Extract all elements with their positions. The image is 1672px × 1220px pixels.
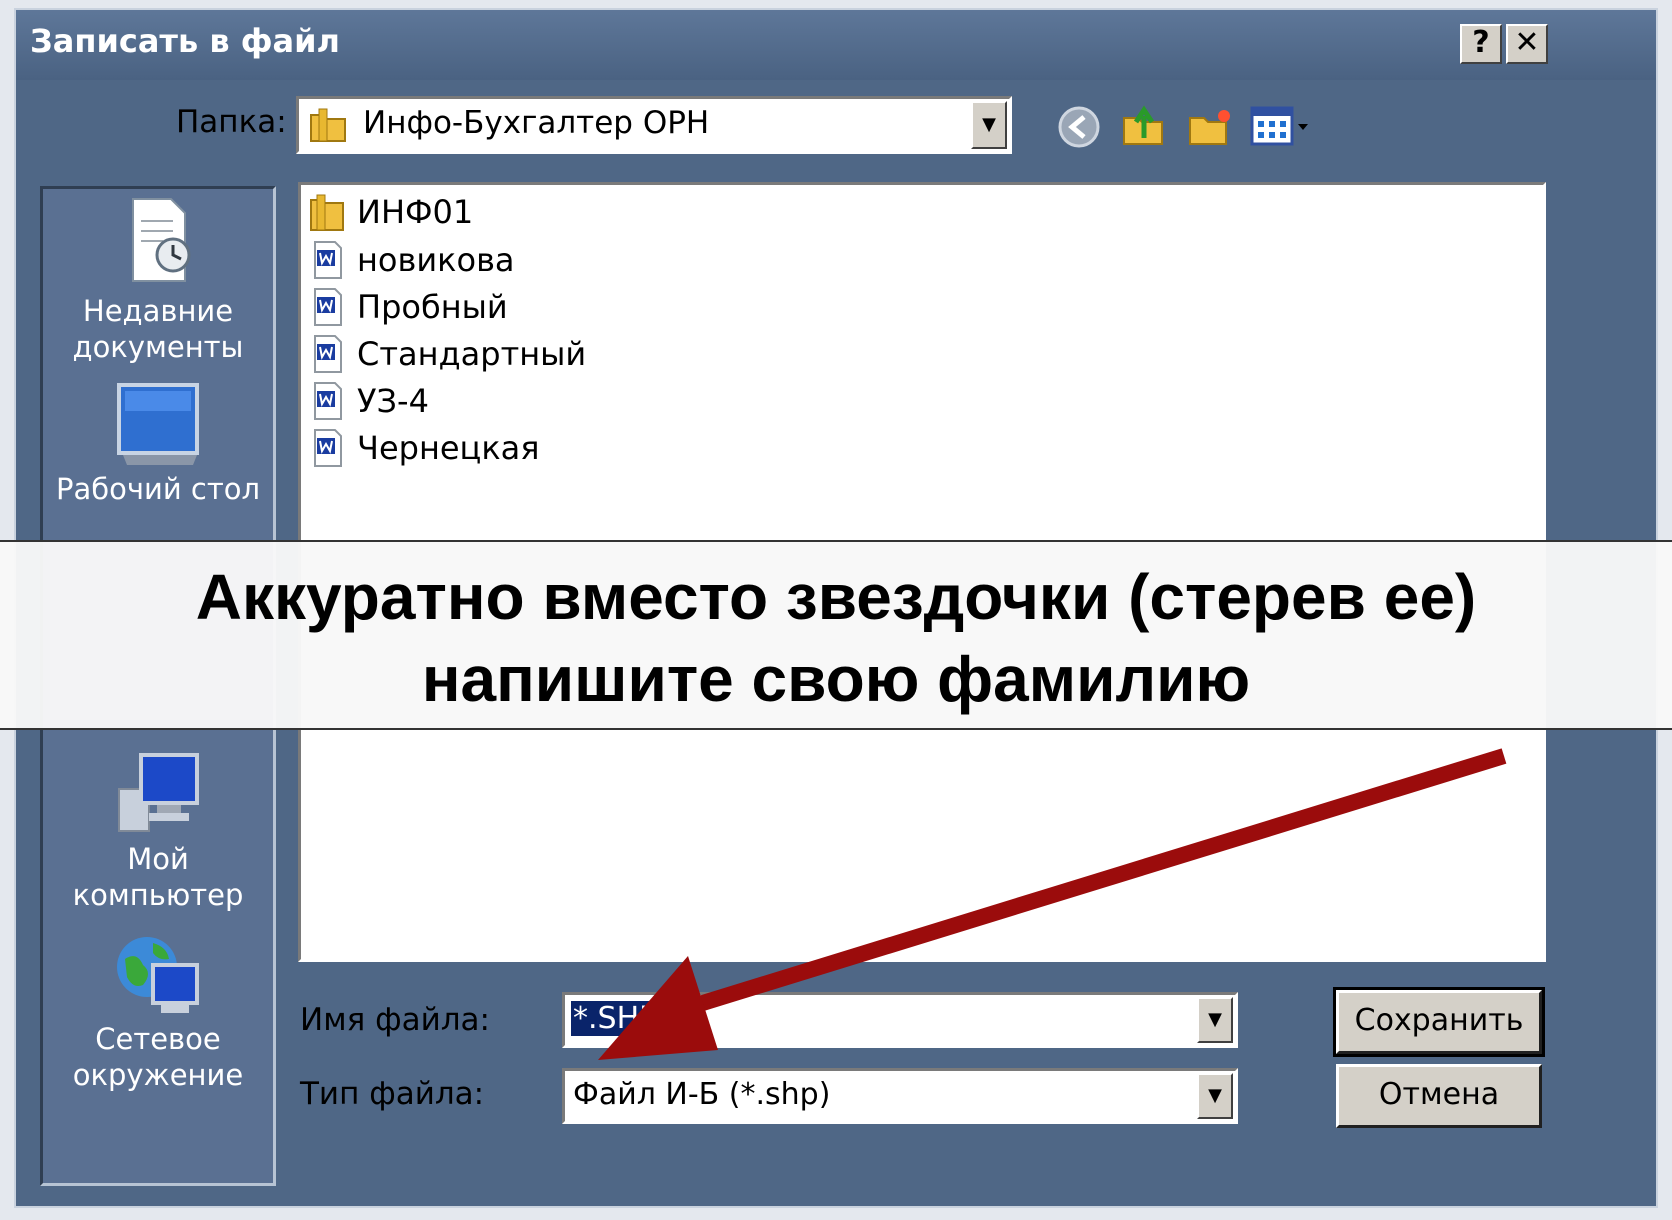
red-arrow-icon [598,748,1507,1060]
